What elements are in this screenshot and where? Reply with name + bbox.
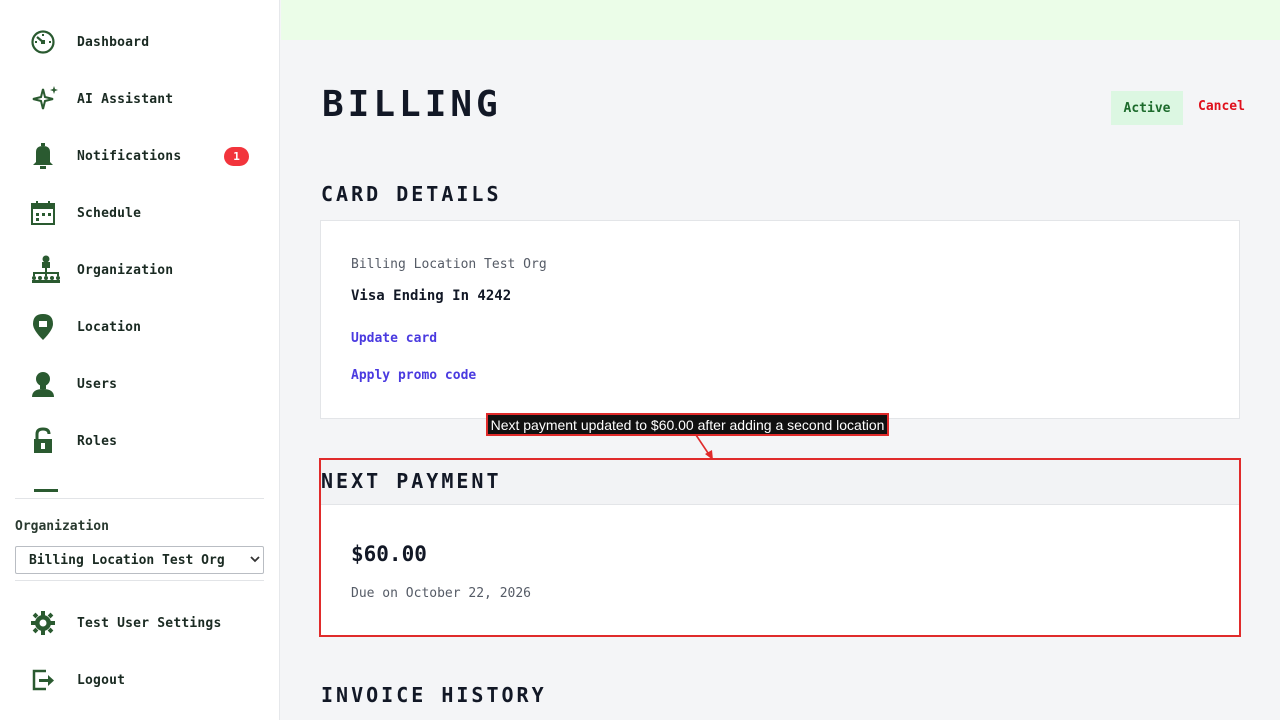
- sidebar-item-users[interactable]: Users: [30, 369, 117, 399]
- page-title: BILLING: [322, 84, 502, 125]
- sidebar: Dashboard AI Assistant Notifications 1 S…: [0, 0, 280, 720]
- user-icon: [30, 369, 62, 399]
- card-details-heading: CARD DETAILS: [321, 182, 502, 206]
- organization-select[interactable]: Billing Location Test Org: [15, 546, 264, 574]
- sidebar-item-label: Notifications: [77, 148, 182, 164]
- top-bar: [281, 0, 1280, 40]
- sidebar-item-settings[interactable]: Test User Settings: [30, 608, 221, 638]
- chevron-down-icon: [250, 556, 260, 563]
- sidebar-item-label: AI Assistant: [77, 91, 174, 107]
- sidebar-divider: [15, 498, 264, 499]
- next-payment-header: NEXT PAYMENT: [321, 460, 1239, 505]
- calendar-icon: [30, 198, 62, 228]
- sidebar-item-dashboard[interactable]: Dashboard: [30, 27, 149, 57]
- sidebar-item-label: Logout: [77, 672, 126, 688]
- logout-icon: [30, 665, 62, 695]
- billing-org-name: Billing Location Test Org: [351, 257, 547, 272]
- bell-icon: [30, 141, 62, 171]
- sidebar-item-label: Users: [77, 376, 118, 392]
- organization-select-value: Billing Location Test Org: [29, 552, 225, 568]
- invoice-history-heading: INVOICE HISTORY: [321, 683, 547, 707]
- dashboard-icon: [30, 27, 62, 57]
- sidebar-item-partial[interactable]: [34, 487, 58, 492]
- next-payment-amount: $60.00: [351, 542, 427, 566]
- card-summary: Visa Ending In 4242: [351, 288, 512, 304]
- sidebar-item-roles[interactable]: Roles: [30, 426, 117, 456]
- card-details-panel: Billing Location Test Org Visa Ending In…: [320, 220, 1240, 419]
- annotation-callout: Next payment updated to $60.00 after add…: [486, 413, 889, 436]
- apply-promo-link[interactable]: Apply promo code: [351, 368, 476, 383]
- sidebar-item-notifications[interactable]: Notifications 1: [30, 141, 250, 171]
- org-chart-icon: [30, 255, 62, 285]
- sidebar-item-location[interactable]: Location: [30, 312, 141, 342]
- annotation-arrow-icon: [695, 434, 713, 460]
- next-payment-panel: NEXT PAYMENT $60.00 Due on October 22, 2…: [319, 458, 1241, 637]
- map-pin-icon: [30, 312, 62, 342]
- sidebar-item-ai-assistant[interactable]: AI Assistant: [30, 84, 173, 114]
- cancel-subscription-link[interactable]: Cancel: [1198, 99, 1245, 114]
- sidebar-item-logout[interactable]: Logout: [30, 665, 125, 695]
- sidebar-divider: [15, 580, 264, 581]
- update-card-link[interactable]: Update card: [351, 331, 437, 346]
- notification-count-badge: 1: [224, 147, 249, 166]
- sidebar-item-label: Organization: [77, 262, 174, 278]
- sidebar-item-label: Dashboard: [77, 34, 150, 50]
- sidebar-item-organization[interactable]: Organization: [30, 255, 173, 285]
- organization-label: Organization: [15, 519, 109, 534]
- sparkle-icon: [30, 84, 62, 114]
- sidebar-item-schedule[interactable]: Schedule: [30, 198, 141, 228]
- sidebar-item-label: Location: [77, 319, 142, 335]
- sidebar-item-label: Schedule: [77, 205, 142, 221]
- sidebar-item-label: Test User Settings: [77, 615, 222, 631]
- gear-icon: [30, 608, 62, 638]
- next-payment-due-date: Due on October 22, 2026: [351, 586, 532, 601]
- lock-icon: [30, 426, 62, 456]
- next-payment-heading: NEXT PAYMENT: [321, 469, 502, 493]
- sidebar-item-label: Roles: [77, 433, 118, 449]
- status-badge: Active: [1111, 91, 1183, 125]
